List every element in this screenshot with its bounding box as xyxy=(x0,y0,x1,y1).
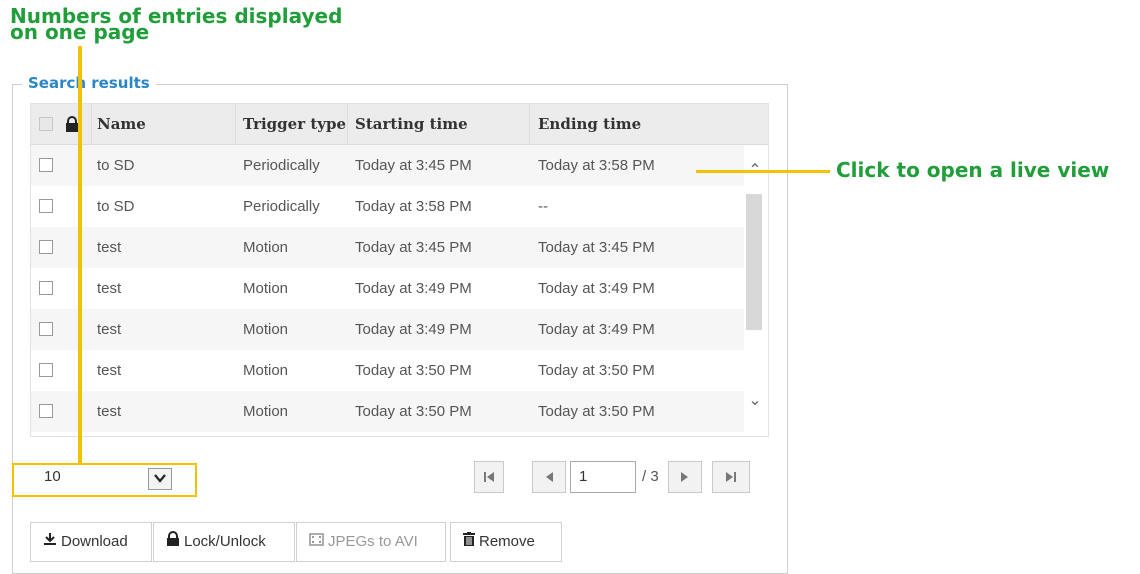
previous-page-button[interactable] xyxy=(532,461,566,493)
row-checkbox[interactable] xyxy=(39,322,53,336)
column-divider xyxy=(529,104,530,144)
download-button[interactable]: Download xyxy=(30,522,152,562)
scrollbar-thumb[interactable] xyxy=(746,194,762,330)
annotation-live-view: Click to open a live view xyxy=(836,158,1110,182)
page-size-highlight xyxy=(12,463,197,497)
row-trigger-type: Motion xyxy=(243,239,289,256)
row-checkbox[interactable] xyxy=(39,158,53,172)
row-name: test xyxy=(97,321,122,338)
first-page-button[interactable] xyxy=(474,461,504,493)
column-divider xyxy=(91,104,92,144)
row-starting-time: Today at 3:45 PM xyxy=(355,239,472,256)
table-row[interactable]: to SD Periodically Today at 3:45 PM Toda… xyxy=(31,145,744,186)
row-checkbox[interactable] xyxy=(39,240,53,254)
lock-column-icon xyxy=(65,104,79,144)
row-trigger-type: Periodically xyxy=(243,198,320,215)
row-ending-time: Today at 3:45 PM xyxy=(538,239,655,256)
row-ending-time: Today at 3:50 PM xyxy=(538,403,655,420)
column-header-ending-time[interactable]: Ending time xyxy=(538,104,641,144)
column-header-trigger-type[interactable]: Trigger type xyxy=(243,104,346,144)
table-row[interactable]: test Motion Today at 3:50 PM Today at 3:… xyxy=(31,391,744,432)
row-ending-time: Today at 3:49 PM xyxy=(538,280,655,297)
row-ending-time: Today at 3:58 PM xyxy=(538,157,655,174)
download-icon xyxy=(43,523,57,561)
table-row[interactable]: test Motion Today at 3:49 PM Today at 3:… xyxy=(31,268,744,309)
jpegs-to-avi-label: JPEGs to AVI xyxy=(328,533,418,550)
table-header: Name Trigger type Starting time Ending t… xyxy=(31,104,768,145)
results-table: Name Trigger type Starting time Ending t… xyxy=(30,103,769,437)
column-header-starting-time[interactable]: Starting time xyxy=(355,104,468,144)
row-checkbox[interactable] xyxy=(39,404,53,418)
lock-unlock-button[interactable]: Lock/Unlock xyxy=(153,522,295,562)
row-trigger-type: Motion xyxy=(243,362,289,379)
table-scrollbar[interactable]: ⌃ ⌄ xyxy=(744,146,766,436)
next-page-button[interactable] xyxy=(668,461,702,493)
page-number-input[interactable]: 1 xyxy=(570,461,636,493)
remove-label: Remove xyxy=(479,533,535,550)
annotation-entries-per-page: Numbers of entries displayed on one page xyxy=(10,6,430,42)
film-icon xyxy=(309,523,324,561)
row-name: test xyxy=(97,280,122,297)
table-row[interactable]: test Motion Today at 3:45 PM Today at 3:… xyxy=(31,227,744,268)
select-all-checkbox[interactable] xyxy=(39,117,53,131)
row-name: test xyxy=(97,239,122,256)
column-divider xyxy=(347,104,348,144)
callout-line-vertical xyxy=(78,46,82,464)
page-total-label: / 3 xyxy=(642,468,659,485)
lock-unlock-label: Lock/Unlock xyxy=(184,533,266,550)
row-name: test xyxy=(97,362,122,379)
row-starting-time: Today at 3:50 PM xyxy=(355,362,472,379)
row-starting-time: Today at 3:45 PM xyxy=(355,157,472,174)
column-header-name[interactable]: Name xyxy=(97,104,146,144)
row-starting-time: Today at 3:49 PM xyxy=(355,280,472,297)
panel-legend: Search results xyxy=(22,74,156,92)
jpegs-to-avi-button[interactable]: JPEGs to AVI xyxy=(296,522,446,562)
row-checkbox[interactable] xyxy=(39,363,53,377)
row-ending-time: -- xyxy=(538,198,548,215)
row-name: to SD xyxy=(97,198,135,215)
row-checkbox[interactable] xyxy=(39,199,53,213)
table-row[interactable]: to SD Periodically Today at 3:58 PM -- xyxy=(31,186,744,227)
row-checkbox[interactable] xyxy=(39,281,53,295)
remove-button[interactable]: Remove xyxy=(450,522,562,562)
row-trigger-type: Motion xyxy=(243,280,289,297)
table-row[interactable]: test Motion Today at 3:49 PM Today at 3:… xyxy=(31,309,744,350)
column-divider xyxy=(235,104,236,144)
row-starting-time: Today at 3:50 PM xyxy=(355,403,472,420)
trash-icon xyxy=(463,523,475,561)
lock-icon xyxy=(166,523,180,561)
row-ending-time: Today at 3:50 PM xyxy=(538,362,655,379)
row-trigger-type: Motion xyxy=(243,321,289,338)
row-starting-time: Today at 3:49 PM xyxy=(355,321,472,338)
row-name: to SD xyxy=(97,157,135,174)
table-row[interactable]: test Motion Today at 3:50 PM Today at 3:… xyxy=(31,350,744,391)
download-label: Download xyxy=(61,533,128,550)
row-name: test xyxy=(97,403,122,420)
row-trigger-type: Motion xyxy=(243,403,289,420)
row-ending-time: Today at 3:49 PM xyxy=(538,321,655,338)
chevron-down-icon[interactable]: ⌄ xyxy=(744,390,766,412)
callout-line-horizontal xyxy=(696,170,830,173)
row-trigger-type: Periodically xyxy=(243,157,320,174)
row-starting-time: Today at 3:58 PM xyxy=(355,198,472,215)
last-page-button[interactable] xyxy=(712,461,750,493)
